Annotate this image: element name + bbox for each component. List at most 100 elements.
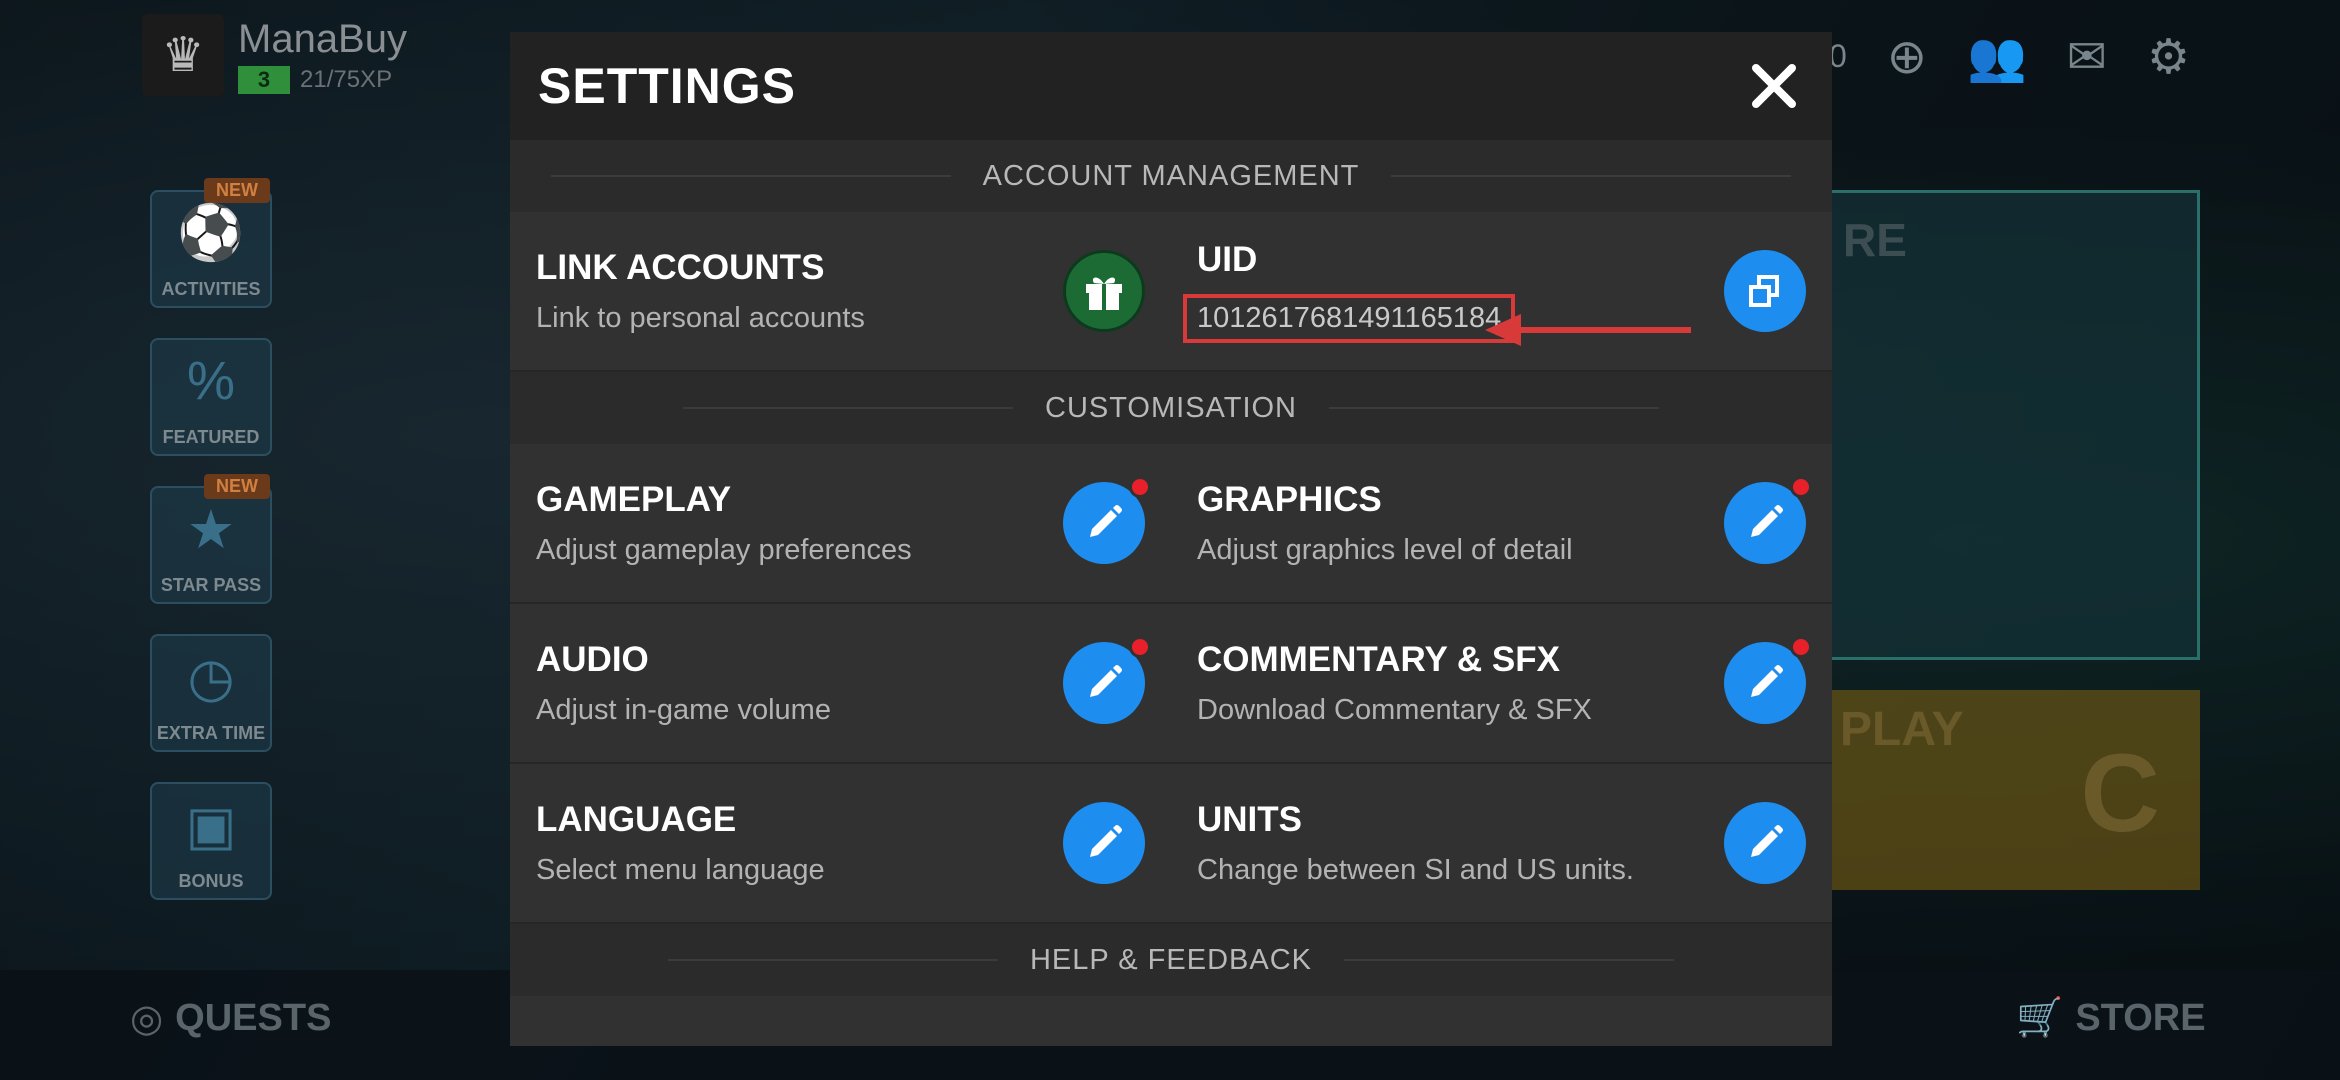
section-title: CUSTOMISATION: [1045, 391, 1297, 424]
box-icon: ▣: [185, 796, 237, 856]
close-icon: [1752, 64, 1796, 108]
customisation-row: AUDIO Adjust in-game volume COMMENTARY &…: [510, 604, 1832, 764]
side-item-label: EXTRA TIME: [156, 723, 266, 743]
arrow-icon: [1485, 314, 1691, 346]
link-accounts-item[interactable]: LINK ACCOUNTS Link to personal accounts: [510, 212, 1171, 370]
cart-icon: 🛒: [2016, 997, 2064, 1039]
play-text: PLAY: [1840, 703, 1964, 756]
featured-banner[interactable]: RE: [1810, 190, 2200, 660]
play-letter: C: [2080, 732, 2160, 855]
graphics-edit-button[interactable]: [1724, 476, 1812, 564]
star-icon: ★: [186, 500, 236, 560]
side-item-extra-time[interactable]: ◷ EXTRA TIME: [150, 634, 272, 752]
copy-uid-button[interactable]: [1724, 250, 1806, 332]
friends-icon[interactable]: 👥: [1967, 28, 2027, 85]
modal-header: SETTINGS: [510, 32, 1832, 140]
notification-dot: [1790, 636, 1812, 658]
item-subtitle: Adjust gameplay preferences: [536, 533, 912, 566]
notification-dot: [1129, 636, 1151, 658]
uid-value: 1012617681491165184: [1183, 293, 1516, 343]
gameplay-item[interactable]: GAMEPLAY Adjust gameplay preferences: [510, 444, 1171, 602]
side-item-label: BONUS: [178, 871, 244, 891]
audio-item[interactable]: AUDIO Adjust in-game volume: [510, 604, 1171, 762]
section-header-account: ACCOUNT MANAGEMENT: [510, 140, 1832, 212]
divider: [1329, 407, 1659, 409]
new-badge: NEW: [204, 178, 270, 203]
xp-progress: 21/75XP: [300, 65, 393, 93]
section-title: HELP & FEEDBACK: [1029, 943, 1312, 976]
side-item-label: FEATURED: [162, 427, 260, 447]
item-subtitle: Download Commentary & SFX: [1197, 693, 1592, 726]
graphics-item[interactable]: GRAPHICS Adjust graphics level of detail: [1171, 444, 1832, 602]
item-subtitle: Select menu language: [536, 853, 825, 886]
level-badge: 3: [238, 65, 290, 94]
divider: [1344, 959, 1674, 961]
item-subtitle: Link to personal accounts: [536, 301, 865, 334]
pencil-icon: [1090, 825, 1122, 857]
ball-icon: ⚽: [177, 203, 245, 263]
gameplay-edit-button[interactable]: [1063, 476, 1151, 564]
audio-edit-button[interactable]: [1063, 636, 1151, 724]
item-title: GRAPHICS: [1197, 479, 1382, 519]
side-item-activities[interactable]: NEW ⚽ ACTIVITIES: [150, 178, 272, 308]
store-label: STORE: [2075, 996, 2206, 1039]
new-badge: NEW: [204, 474, 270, 499]
item-title: UNITS: [1197, 799, 1302, 839]
club-crest-icon: ♛: [142, 14, 224, 96]
close-button[interactable]: [1744, 56, 1804, 116]
side-item-star-pass[interactable]: NEW ★ STAR PASS: [150, 474, 272, 604]
clock-icon: ◷: [187, 648, 235, 708]
banner-text: RE: [1843, 214, 1907, 266]
side-menu: NEW ⚽ ACTIVITIES % FEATURED NEW ★ STAR P…: [150, 178, 272, 930]
item-title: GAMEPLAY: [536, 479, 732, 519]
quests-label: QUESTS: [175, 997, 332, 1039]
store-button[interactable]: 🛒 STORE: [2016, 996, 2206, 1040]
divider: [550, 175, 951, 177]
top-right-toolbar: 0 ⊕ 👥 ✉ ⚙: [1829, 28, 2190, 85]
side-item-featured[interactable]: % FEATURED: [150, 338, 272, 456]
side-item-label: ACTIVITIES: [161, 279, 261, 299]
help-row-partial: [510, 996, 1832, 1046]
pencil-icon: [1751, 825, 1783, 857]
commentary-item[interactable]: COMMENTARY & SFX Download Commentary & S…: [1171, 604, 1832, 762]
section-title: ACCOUNT MANAGEMENT: [982, 159, 1360, 192]
item-title: UID: [1197, 239, 1258, 279]
add-coins-icon[interactable]: ⊕: [1887, 29, 1927, 85]
notification-dot: [1790, 476, 1812, 498]
pencil-icon: [1751, 665, 1783, 697]
item-title: COMMENTARY & SFX: [1197, 639, 1560, 679]
uid-item: UID 1012617681491165184: [1171, 212, 1832, 370]
units-item[interactable]: UNITS Change between SI and US units.: [1171, 764, 1832, 922]
customisation-row: LANGUAGE Select menu language UNITS Chan…: [510, 764, 1832, 924]
gift-icon: [1086, 277, 1122, 310]
quests-button[interactable]: ◎ QUESTS: [130, 996, 331, 1041]
item-title: LANGUAGE: [536, 799, 737, 839]
side-item-label: STAR PASS: [160, 575, 262, 595]
customisation-row: GAMEPLAY Adjust gameplay preferences GRA…: [510, 444, 1832, 604]
language-item[interactable]: LANGUAGE Select menu language: [510, 764, 1171, 922]
pencil-icon: [1751, 505, 1783, 537]
player-name: ManaBuy: [238, 16, 407, 61]
item-subtitle: Change between SI and US units.: [1197, 853, 1634, 886]
item-subtitle: Adjust graphics level of detail: [1197, 533, 1573, 566]
language-edit-button[interactable]: [1063, 802, 1145, 884]
player-profile[interactable]: ♛ ManaBuy 3 21/75XP: [142, 14, 407, 96]
target-icon: ◎: [130, 998, 164, 1040]
divider: [683, 407, 1013, 409]
settings-modal: SETTINGS ACCOUNT MANAGEMENT LINK ACCOUNT…: [510, 32, 1832, 1046]
commentary-edit-button[interactable]: [1724, 636, 1812, 724]
link-accounts-button[interactable]: [1063, 250, 1145, 332]
notification-dot: [1129, 476, 1151, 498]
gear-icon[interactable]: ⚙: [2147, 29, 2190, 85]
mail-icon[interactable]: ✉: [2067, 29, 2107, 85]
section-header-help: HELP & FEEDBACK: [510, 924, 1832, 996]
pencil-icon: [1090, 665, 1122, 697]
side-item-bonus[interactable]: ▣ BONUS: [150, 782, 272, 900]
divider: [667, 959, 998, 961]
gift-percent-icon: %: [186, 351, 235, 411]
modal-title: SETTINGS: [538, 58, 797, 114]
section-header-customisation: CUSTOMISATION: [510, 372, 1832, 444]
play-banner[interactable]: PLAY C: [1810, 690, 2200, 890]
account-row: LINK ACCOUNTS Link to personal accounts …: [510, 212, 1832, 372]
units-edit-button[interactable]: [1724, 802, 1806, 884]
